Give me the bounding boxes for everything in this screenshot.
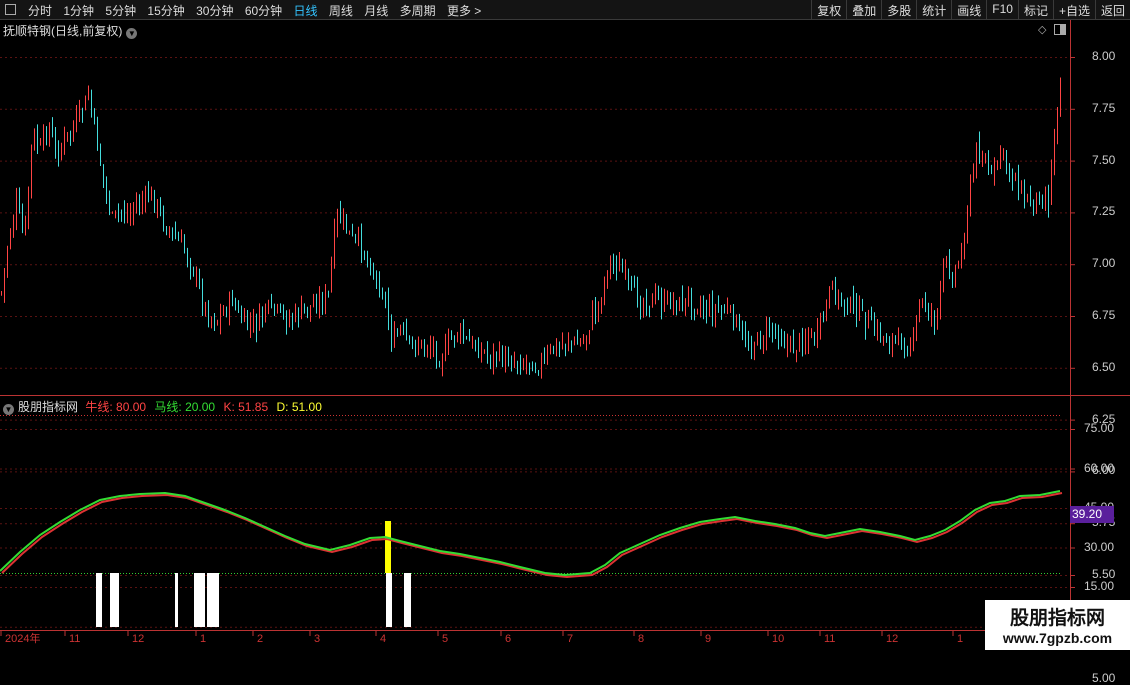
time-label: 5 — [442, 633, 448, 645]
chart-svg: 2024年 11 12 1 2 3 4 5 6 7 8 9 10 11 12 1 ◇ — [0, 20, 1130, 645]
time-label: 9 — [705, 633, 711, 645]
time-label: 11 — [69, 633, 80, 645]
price-tick-label: 5.00 — [1092, 670, 1116, 685]
indicator-tick-label: 60.00 — [1084, 460, 1115, 475]
time-label: 2 — [257, 633, 263, 645]
watermark-url: www.7gpzb.com — [1002, 630, 1113, 646]
niu-label: 牛线: 80.00 — [85, 400, 147, 414]
indicator-grid — [0, 429, 1075, 588]
signal-bar — [207, 573, 219, 627]
watermark: 股朋指标网 www.7gpzb.com — [985, 600, 1130, 650]
price-tick-label: 7.00 — [1092, 256, 1116, 271]
watermark-title: 股朋指标网 — [1009, 608, 1105, 629]
indicator-tick-label: 15.00 — [1084, 579, 1115, 593]
time-label: 6 — [505, 633, 511, 645]
price-tick-label: 7.25 — [1092, 204, 1116, 219]
d-line — [1, 492, 1063, 579]
time-label: 1 — [200, 633, 206, 645]
signal-bar — [96, 573, 102, 627]
time-label: 1 — [957, 633, 963, 645]
price-tick-label: 7.50 — [1092, 152, 1116, 167]
diamond-icon[interactable]: ◇ — [1038, 23, 1047, 36]
k-line — [0, 490, 1061, 577]
candlesticks — [1, 77, 1061, 379]
time-label: 11 — [824, 633, 835, 645]
time-label: 12 — [132, 633, 144, 645]
indicator-tick-label: 30.00 — [1084, 539, 1115, 554]
d-label: D: 51.00 — [276, 400, 322, 414]
highlight-bar — [385, 521, 391, 573]
time-label: 2024年 — [5, 631, 40, 645]
indicator-tick-label: 75.00 — [1084, 421, 1115, 435]
price-tick-label: 6.50 — [1092, 359, 1116, 374]
indicator-title[interactable]: ▼ 股朋指标网 牛线: 80.00 马线: 20.00 K: 51.85 D: 5… — [3, 398, 322, 415]
signal-bar — [386, 573, 392, 627]
time-label: 10 — [772, 633, 784, 645]
price-tick-label: 7.75 — [1092, 100, 1116, 115]
time-label: 12 — [886, 633, 898, 645]
signal-bar — [110, 573, 119, 627]
time-label: 7 — [567, 633, 573, 645]
panel-toggle-icon-half — [1060, 25, 1065, 34]
signal-bar — [175, 573, 178, 627]
price-tick-label: 6.75 — [1092, 308, 1116, 322]
price-grid — [0, 57, 1075, 628]
time-label: 4 — [380, 633, 386, 645]
price-tick-label: 8.00 — [1092, 49, 1116, 63]
time-label: 8 — [638, 633, 644, 645]
signal-bar — [404, 573, 411, 627]
time-label: 3 — [314, 633, 320, 645]
current-value-badge: 39.20 — [1070, 506, 1114, 523]
signal-bar — [194, 573, 205, 627]
chevron-down-icon[interactable]: ▼ — [3, 404, 14, 415]
k-label: K: 51.85 — [223, 400, 269, 414]
ma-label: 马线: 20.00 — [154, 400, 216, 414]
indicator-name: 股朋指标网 — [18, 400, 79, 414]
time-axis: 2024年 11 12 1 2 3 4 5 6 7 8 9 10 11 12 1 — [0, 630, 963, 645]
